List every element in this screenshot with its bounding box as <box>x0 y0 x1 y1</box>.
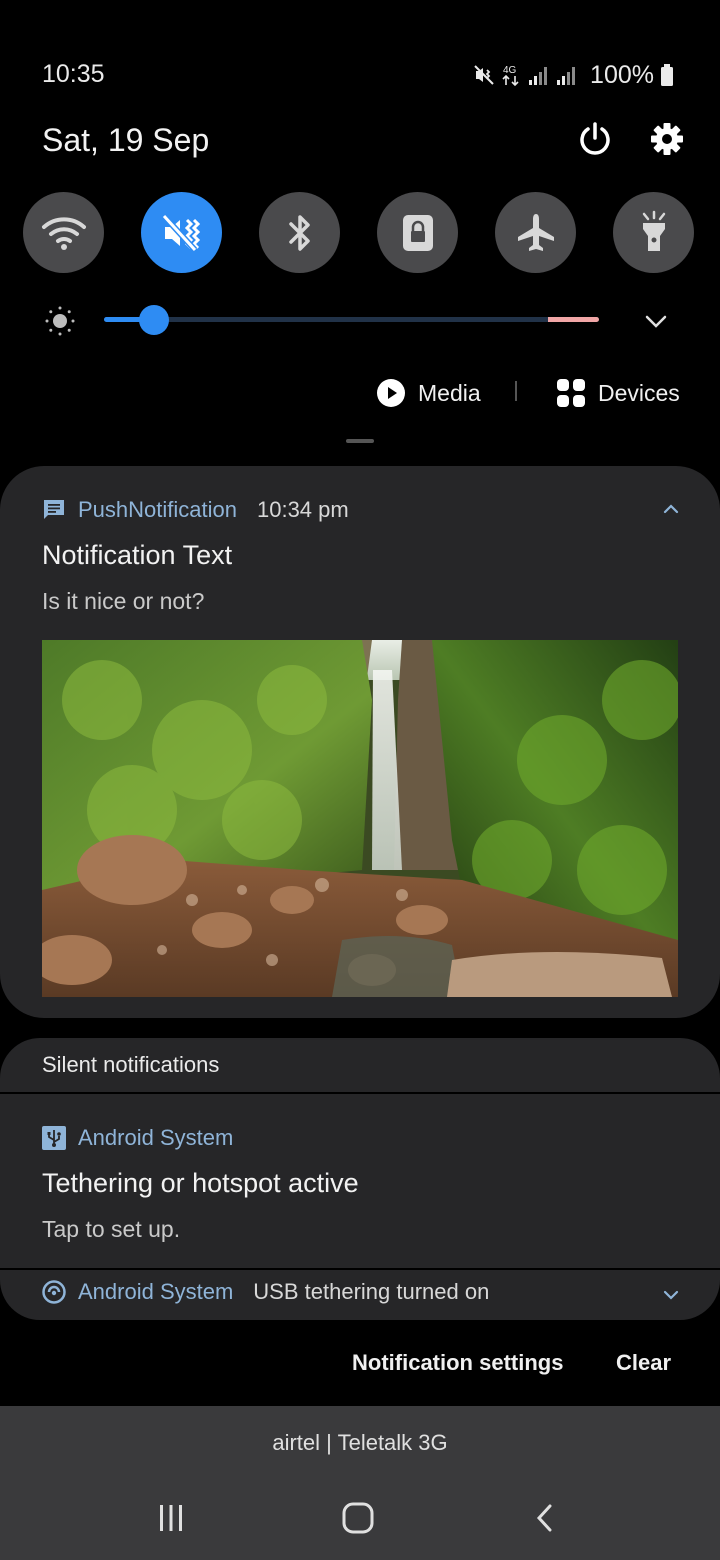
network-label: 4G <box>503 65 517 76</box>
chevron-down-icon <box>645 315 667 328</box>
rotation-lock-toggle[interactable] <box>377 192 458 273</box>
message-icon <box>44 500 64 519</box>
media-label: Media <box>418 379 481 406</box>
settings-button[interactable] <box>648 120 686 158</box>
back-icon <box>536 1504 552 1532</box>
bluetooth-toggle[interactable] <box>259 192 340 273</box>
airplane-toggle[interactable] <box>495 192 576 273</box>
devices-button[interactable]: Devices <box>556 374 680 412</box>
recent-apps-icon <box>160 1505 182 1531</box>
mute-vibrate-icon <box>474 65 494 85</box>
signal-icon <box>529 67 548 85</box>
4g-icon: 4G <box>502 65 519 87</box>
usb-icon <box>42 1126 66 1150</box>
divider <box>0 1092 720 1094</box>
hotspot-icon <box>42 1280 66 1304</box>
status-time: 10:35 <box>42 60 105 88</box>
controls-separator <box>515 381 517 401</box>
flashlight-icon <box>642 210 665 251</box>
expand-panel-button[interactable] <box>640 305 672 337</box>
push-title: Notification Text <box>42 540 233 570</box>
signal-icon <box>557 67 576 85</box>
notification-image <box>42 640 678 997</box>
chevron-up-icon <box>663 504 679 514</box>
sound-toggle[interactable] <box>141 192 222 273</box>
media-button[interactable]: Media <box>376 374 481 412</box>
panel-drag-handle[interactable] <box>346 439 374 443</box>
lock-icon <box>402 214 433 251</box>
home-icon <box>342 1502 374 1534</box>
tethering-notification-header[interactable]: Android System <box>42 1122 233 1154</box>
flashlight-toggle[interactable] <box>613 192 694 273</box>
push-app-name: PushNotification <box>78 497 237 522</box>
usb-tethering-notification[interactable]: Android System USB tethering turned on <box>42 1276 489 1308</box>
battery-percent: 100% <box>590 60 654 89</box>
play-icon <box>377 379 405 407</box>
gear-icon <box>651 123 683 155</box>
usb-tethering-app-name: Android System <box>78 1279 234 1304</box>
divider <box>0 1268 720 1270</box>
tethering-body: Tap to set up. <box>42 1216 181 1242</box>
push-body: Is it nice or not? <box>42 588 205 614</box>
brightness-slider-thumb[interactable] <box>138 305 169 335</box>
airplane-icon <box>517 213 554 251</box>
wifi-icon <box>41 216 86 250</box>
tethering-title: Tethering or hotspot active <box>42 1168 359 1198</box>
tethering-app-name: Android System <box>78 1125 234 1150</box>
recent-apps-button[interactable] <box>151 1498 191 1538</box>
date-label: Sat, 19 Sep <box>42 122 210 158</box>
vibrate-icon <box>161 213 200 252</box>
power-button[interactable] <box>576 120 614 158</box>
brightness-slider-track[interactable] <box>104 317 599 322</box>
push-notification-header: PushNotification 10:34 pm <box>42 494 349 526</box>
collapse-notification-button[interactable] <box>660 498 682 520</box>
bluetooth-icon <box>288 214 310 251</box>
devices-label: Devices <box>598 379 680 406</box>
back-button[interactable] <box>526 1498 566 1538</box>
home-button[interactable] <box>338 1498 378 1538</box>
power-icon <box>580 122 610 155</box>
brightness-icon <box>44 305 76 337</box>
carrier-label: airtel | Teletalk 3G <box>272 1430 448 1455</box>
wifi-toggle[interactable] <box>23 192 104 273</box>
devices-icon <box>557 379 585 407</box>
brightness-slider-warning <box>548 317 599 322</box>
chevron-down-icon <box>663 1290 679 1300</box>
notification-settings-button[interactable]: Notification settings <box>352 1350 563 1376</box>
status-icons: 4G 100% <box>472 60 674 90</box>
battery-icon <box>661 64 673 86</box>
expand-notification-button[interactable] <box>660 1284 682 1306</box>
usb-tethering-summary: USB tethering turned on <box>253 1279 490 1304</box>
clear-button[interactable]: Clear <box>616 1350 671 1376</box>
silent-notifications-header: Silent notifications <box>42 1052 220 1077</box>
push-time: 10:34 pm <box>256 497 349 522</box>
